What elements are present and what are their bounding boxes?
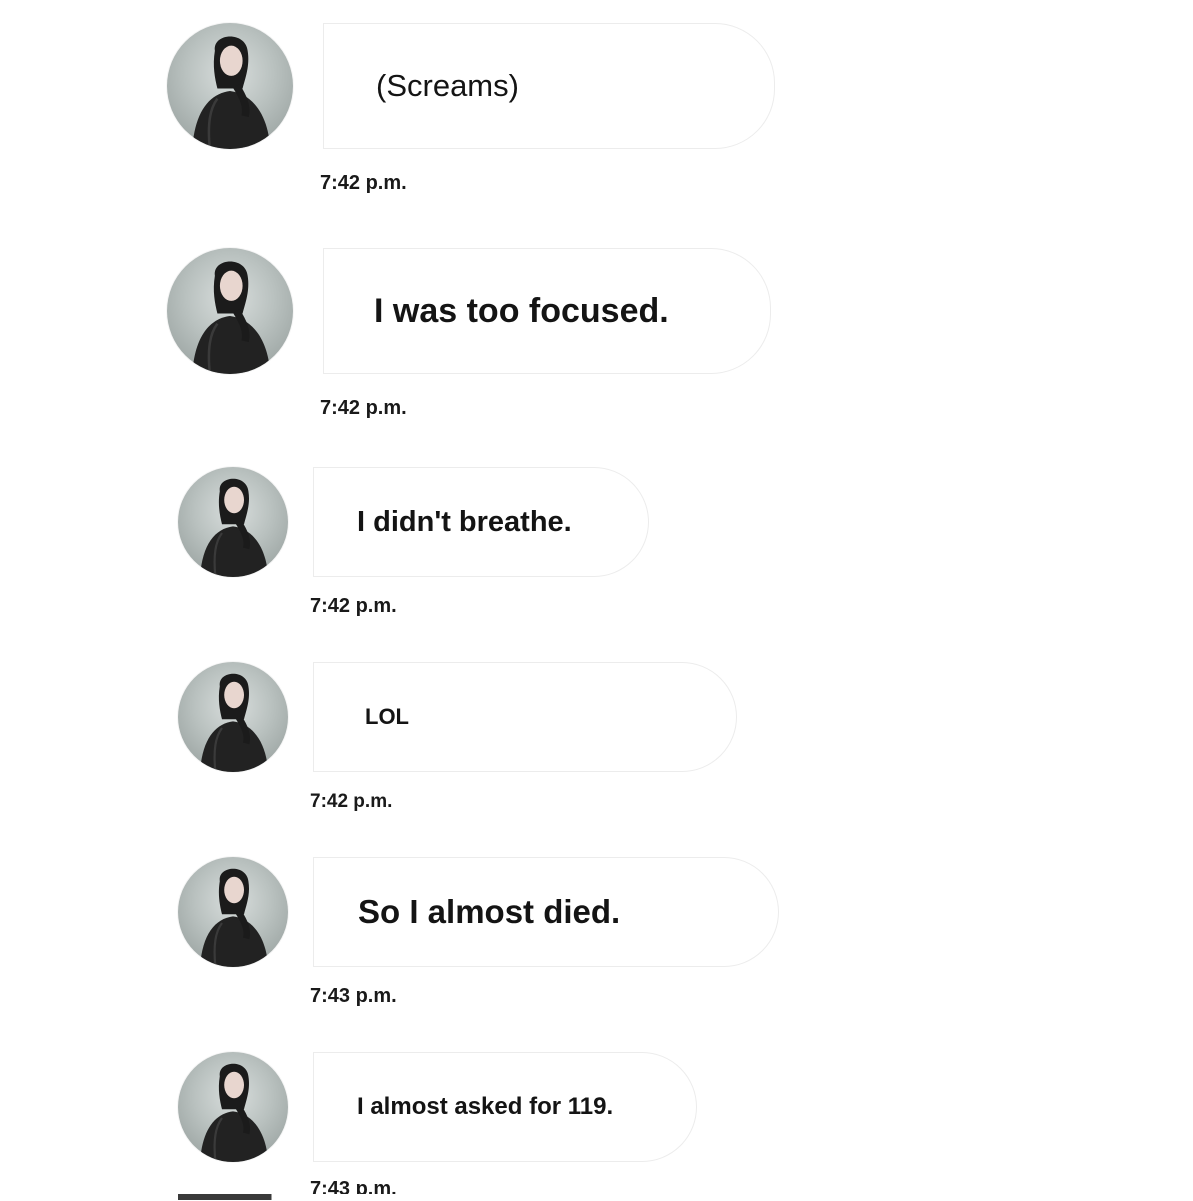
message-timestamp: 7:42 p.m. bbox=[320, 172, 407, 194]
message-text: LOL bbox=[365, 704, 409, 729]
avatar[interactable] bbox=[178, 1052, 288, 1162]
message-text: (Screams) bbox=[376, 68, 519, 103]
message-bubble[interactable]: I almost asked for 119. bbox=[313, 1052, 697, 1162]
message-bubble[interactable]: I was too focused. bbox=[323, 248, 771, 374]
avatar[interactable] bbox=[167, 248, 293, 374]
message-timestamp: 7:42 p.m. bbox=[310, 595, 397, 617]
profile-photo-icon bbox=[200, 1063, 269, 1162]
profile-photo-icon bbox=[200, 478, 269, 577]
message-text: I was too focused. bbox=[374, 291, 669, 330]
avatar[interactable] bbox=[178, 662, 288, 772]
message-bubble[interactable]: (Screams) bbox=[323, 23, 775, 149]
message-text: I almost asked for 119. bbox=[357, 1093, 614, 1120]
message-timestamp: 7:42 p.m. bbox=[320, 397, 407, 419]
profile-photo-icon bbox=[192, 36, 271, 149]
profile-photo-icon bbox=[200, 868, 269, 967]
profile-photo-icon bbox=[200, 673, 269, 772]
message-bubble[interactable]: LOL bbox=[313, 662, 737, 772]
message-timestamp: 7:42 p.m. bbox=[310, 791, 393, 812]
message-text: So I almost died. bbox=[358, 893, 621, 930]
message-bubble[interactable]: So I almost died. bbox=[313, 857, 779, 967]
chat-thread: (Screams) 7:42 p.m. I was too focused. 7… bbox=[0, 0, 1193, 1200]
avatar[interactable] bbox=[167, 23, 293, 149]
message-timestamp: 7:43 p.m. bbox=[310, 985, 397, 1007]
avatar[interactable] bbox=[178, 857, 288, 967]
message-bubble[interactable]: I didn't breathe. bbox=[313, 467, 649, 577]
next-message-edge bbox=[178, 1194, 698, 1200]
avatar[interactable] bbox=[178, 467, 288, 577]
profile-photo-icon bbox=[192, 261, 271, 374]
message-text: I didn't breathe. bbox=[357, 505, 572, 538]
